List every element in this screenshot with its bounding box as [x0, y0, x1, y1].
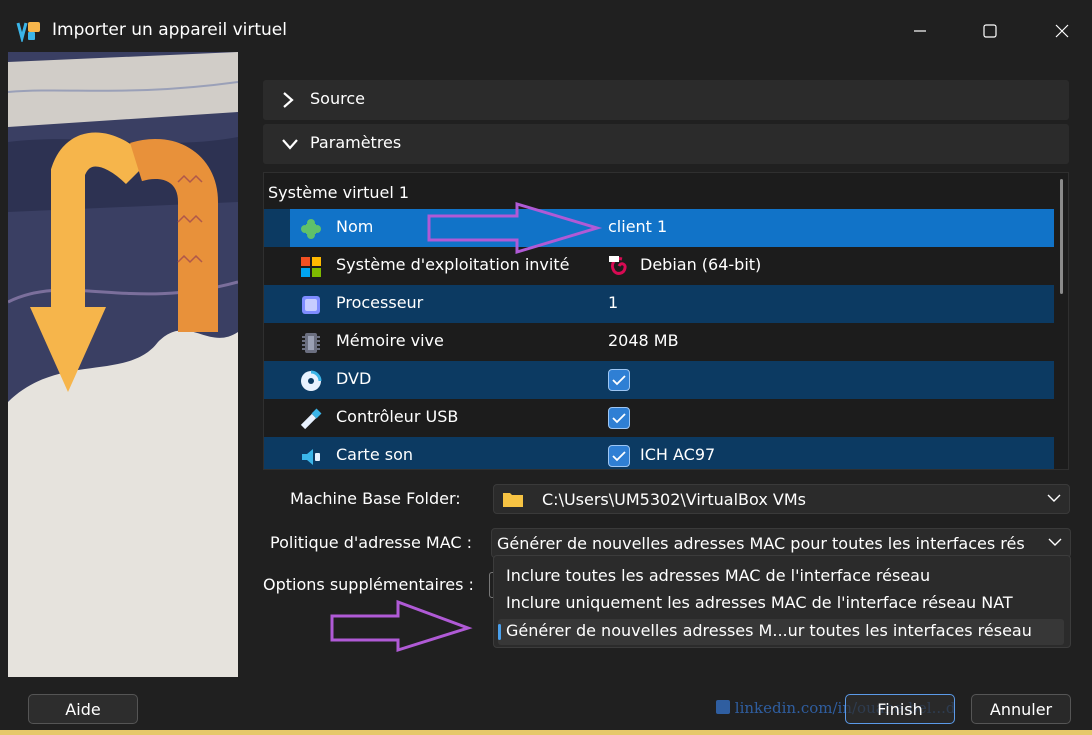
minimize-icon [914, 30, 926, 32]
maximize-button[interactable] [970, 16, 1010, 46]
tree-row-name[interactable]: Nom client 1 [264, 209, 1054, 247]
finish-button[interactable]: Finish [845, 694, 955, 724]
row-value[interactable]: 1 [608, 293, 618, 312]
dropdown-option-label: Générer de nouvelles adresses M...ur tou… [506, 621, 1032, 640]
row-label: Système d'exploitation invité [336, 255, 570, 274]
tree-row-dvd[interactable]: DVD [264, 361, 1054, 399]
annotation-arrow-icon [330, 599, 473, 653]
row-value[interactable]: client 1 [608, 217, 667, 236]
mac-policy-label: Politique d'adresse MAC : [270, 533, 473, 552]
cancel-button[interactable]: Annuler [971, 694, 1071, 724]
dvd-icon [301, 370, 322, 391]
row-label: Contrôleur USB [336, 407, 459, 426]
window-title: Importer un appareil virtuel [52, 20, 287, 40]
params-section-header[interactable]: Paramètres [263, 124, 1069, 164]
row-value[interactable]: ICH AC97 [640, 445, 715, 464]
close-button[interactable] [1042, 16, 1082, 46]
tree-scrollbar[interactable] [1060, 179, 1063, 294]
sound-icon [302, 449, 320, 465]
name-puzzle-icon [301, 219, 321, 239]
params-label: Paramètres [310, 133, 402, 152]
dvd-checkbox[interactable] [608, 369, 630, 391]
checkmark-icon [612, 451, 626, 462]
checkmark-icon [612, 413, 626, 424]
tree-row-usb[interactable]: Contrôleur USB [264, 399, 1054, 437]
row-value[interactable]: Debian (64-bit) [640, 255, 761, 274]
base-folder-label: Machine Base Folder: [290, 489, 461, 508]
dropdown-option[interactable]: Inclure toutes les adresses MAC de l'int… [506, 566, 930, 585]
row-label: Carte son [336, 445, 414, 464]
virtualbox-icon [16, 22, 40, 42]
chevron-down-icon [282, 139, 298, 150]
tree-row-os[interactable]: Système d'exploitation invité Debian (64… [264, 247, 1054, 285]
tree-row-sound[interactable]: Carte son ICH AC97 [264, 437, 1054, 469]
row-label: Processeur [336, 293, 424, 312]
appliance-settings-tree[interactable]: Système virtuel 1 Nom client 1 Système d… [263, 172, 1069, 470]
desktop-edge [0, 730, 1092, 735]
linkedin-icon [716, 700, 730, 714]
help-button[interactable]: Aide [28, 694, 138, 724]
title-bar: Importer un appareil virtuel [0, 0, 1092, 60]
checkmark-icon [612, 375, 626, 386]
row-label: Mémoire vive [336, 331, 444, 350]
mac-policy-value: Générer de nouvelles adresses MAC pour t… [497, 534, 1025, 553]
chevron-right-icon [283, 92, 294, 108]
mac-policy-dropdown[interactable]: Inclure toutes les adresses MAC de l'int… [493, 555, 1071, 648]
chevron-down-icon [1047, 494, 1061, 502]
mac-policy-combo[interactable]: Générer de nouvelles adresses MAC pour t… [491, 528, 1071, 558]
ram-icon [302, 333, 320, 353]
folder-icon [503, 493, 523, 507]
row-value[interactable]: 2048 MB [608, 331, 679, 350]
virtual-system-header: Système virtuel 1 [268, 183, 410, 202]
row-label: DVD [336, 369, 372, 388]
source-section-header[interactable]: Source [263, 80, 1069, 120]
close-icon [1055, 24, 1069, 38]
cpu-icon [302, 296, 320, 314]
maximize-icon [983, 24, 997, 38]
extra-options-label: Options supplémentaires : [263, 575, 474, 594]
dropdown-option-selected[interactable]: Générer de nouvelles adresses M...ur tou… [498, 619, 1064, 645]
os-windows-icon [301, 257, 321, 277]
wizard-illustration [8, 52, 238, 677]
debian-icon [609, 256, 627, 275]
row-label: Nom [336, 217, 374, 236]
chevron-down-icon [1048, 538, 1062, 546]
base-folder-value: C:\Users\UM5302\VirtualBox VMs [542, 490, 806, 509]
tree-row-cpu[interactable]: Processeur 1 [264, 285, 1054, 323]
tree-row-ram[interactable]: Mémoire vive 2048 MB [264, 323, 1054, 361]
source-label: Source [310, 89, 365, 108]
minimize-button[interactable] [900, 16, 940, 46]
usb-icon [300, 408, 322, 430]
base-folder-combo[interactable]: C:\Users\UM5302\VirtualBox VMs [493, 484, 1070, 514]
dropdown-option[interactable]: Inclure uniquement les adresses MAC de l… [506, 593, 1013, 612]
annotation-arrow-icon [427, 201, 603, 255]
usb-checkbox[interactable] [608, 407, 630, 429]
sound-checkbox[interactable] [608, 445, 630, 467]
